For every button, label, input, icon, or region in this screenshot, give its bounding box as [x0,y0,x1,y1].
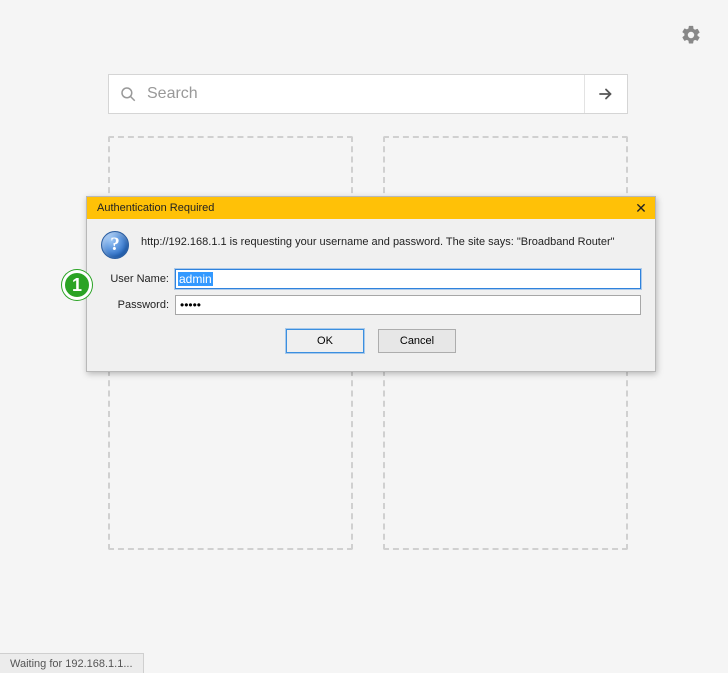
dialog-message: http://192.168.1.1 is requesting your us… [141,231,615,249]
cancel-button[interactable]: Cancel [378,329,456,353]
question-icon: ? [101,231,129,259]
speed-dial-tile[interactable] [108,370,353,550]
password-label: Password: [101,299,175,311]
search-bar [108,74,628,114]
dialog-titlebar: Authentication Required ✕ [87,197,655,219]
search-icon [119,85,137,103]
dialog-title: Authentication Required [97,202,214,214]
close-icon[interactable]: ✕ [633,200,649,216]
username-value: admin [178,272,213,286]
search-input[interactable] [145,84,574,104]
password-field[interactable] [175,295,641,315]
status-bar: Waiting for 192.168.1.1... [0,653,144,673]
search-go-button[interactable] [585,75,627,113]
settings-gear-icon[interactable] [680,24,702,46]
auth-dialog: Authentication Required ✕ ? http://192.1… [86,196,656,372]
username-field[interactable]: admin [175,269,641,289]
ok-button[interactable]: OK [286,329,364,353]
speed-dial-tile[interactable] [383,370,628,550]
username-label: User Name: [101,273,175,285]
annotation-marker-1: 1 [62,270,92,300]
search-box[interactable] [109,75,585,113]
